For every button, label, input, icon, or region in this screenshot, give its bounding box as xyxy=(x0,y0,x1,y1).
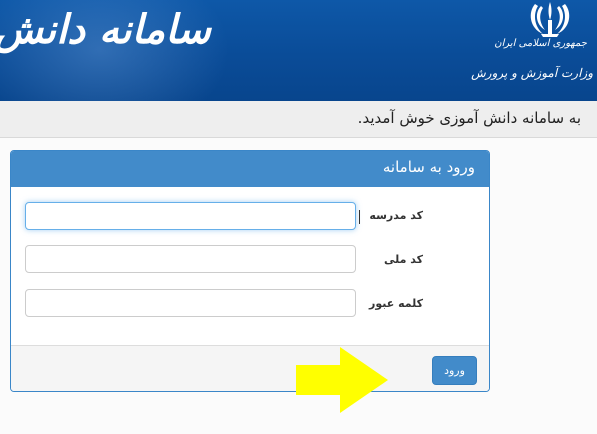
welcome-bar: به سامانه دانش آموزی خوش آمدید. xyxy=(0,101,597,138)
login-panel-title: ورود به سامانه xyxy=(382,158,475,176)
login-panel: ورود به سامانه کد مدرسه کد ملی کلمه عبور… xyxy=(10,150,490,392)
school-code-label: کد مدرسه xyxy=(369,209,423,222)
system-calligraphy-logo: سامانه دانش xyxy=(0,6,211,53)
ministry-name: وزارت آموزش و پرورش xyxy=(471,66,593,80)
login-panel-footer: ورود xyxy=(11,345,489,391)
password-input[interactable] xyxy=(25,289,356,317)
header-banner: سامانه دانش جمهوری اسلامی ایران وزارت آم… xyxy=(0,0,597,101)
iran-emblem-icon xyxy=(530,2,570,37)
pointer-arrow-icon xyxy=(296,347,388,413)
password-label: کلمه عبور xyxy=(369,297,423,310)
national-id-input[interactable] xyxy=(25,245,356,273)
welcome-message: به سامانه دانش آموزی خوش آمدید. xyxy=(357,109,581,127)
national-id-label: کد ملی xyxy=(383,253,423,266)
text-caret xyxy=(359,210,360,224)
government-name: جمهوری اسلامی ایران xyxy=(494,38,587,49)
login-panel-heading: ورود به سامانه xyxy=(11,151,489,187)
school-code-input[interactable] xyxy=(25,202,360,230)
login-button[interactable]: ورود xyxy=(432,356,477,385)
